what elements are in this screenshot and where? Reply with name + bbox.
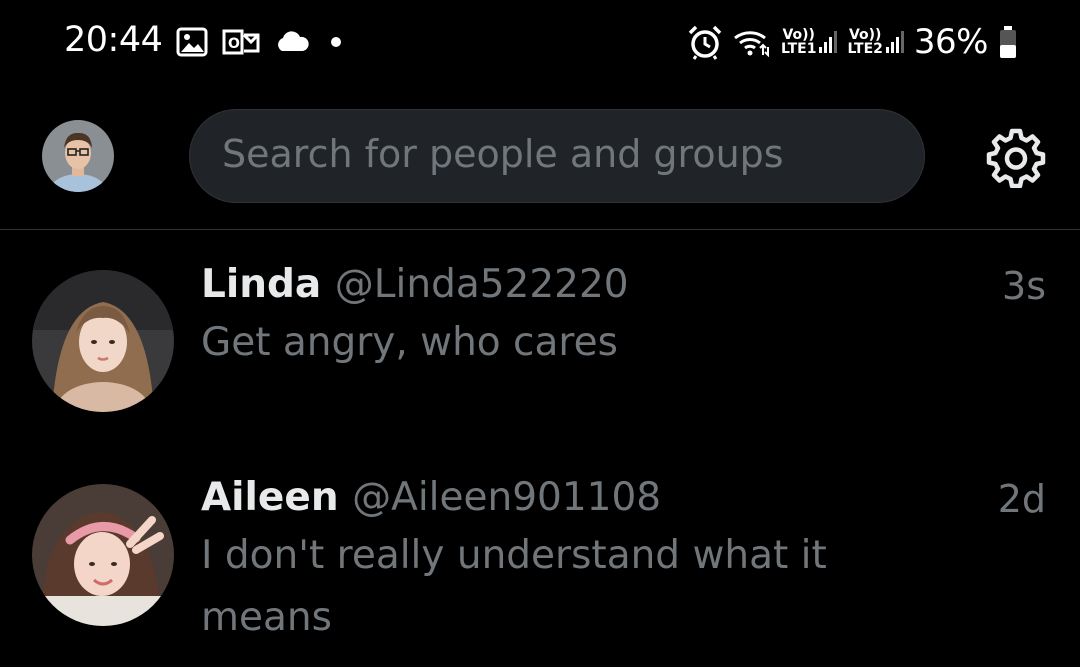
contact-avatar[interactable] xyxy=(32,270,174,412)
sim2-lte-label: LTE2 xyxy=(847,41,883,57)
conversation-row[interactable]: Linda @Linda522220 3s Get angry, who car… xyxy=(0,232,1080,442)
wifi-icon xyxy=(734,31,769,57)
svg-text:O: O xyxy=(228,36,240,52)
status-bar: 20:44 O Vo)) LTE1 Vo)) LTE2 36% xyxy=(0,0,1080,86)
contact-name-line: Linda @Linda522220 xyxy=(201,262,629,307)
battery-percent: 36% xyxy=(913,22,989,62)
message-preview: Get angry, who cares xyxy=(201,320,618,365)
battery-icon xyxy=(1000,26,1016,58)
contact-name: Linda xyxy=(201,262,322,307)
message-timestamp: 2d xyxy=(997,477,1046,521)
sim2-signal: Vo)) LTE2 xyxy=(847,27,904,57)
sim1-signal-icon xyxy=(819,31,838,53)
sim2-signal-icon xyxy=(885,31,904,53)
dot-icon xyxy=(331,37,341,47)
system-icons: Vo)) LTE1 Vo)) LTE2 36% xyxy=(687,20,1018,64)
outlook-icon: O xyxy=(222,29,260,55)
cloud-icon xyxy=(278,31,309,51)
my-profile-avatar[interactable] xyxy=(42,120,114,192)
settings-gear-icon[interactable] xyxy=(985,126,1047,189)
notification-icons: O xyxy=(176,26,342,58)
gallery-icon xyxy=(176,27,208,57)
sim1-volte-label: Vo)) xyxy=(782,27,815,43)
alarm-icon xyxy=(688,25,722,60)
contact-handle: @Linda522220 xyxy=(334,262,629,307)
search-placeholder: Search for people and groups xyxy=(222,132,784,176)
contact-name-line: Aileen @Aileen901108 xyxy=(201,475,661,520)
message-timestamp: 3s xyxy=(1002,264,1046,308)
sim1-lte-label: LTE1 xyxy=(780,41,817,57)
sim2-volte-label: Vo)) xyxy=(848,27,882,43)
search-bar[interactable]: Search for people and groups xyxy=(189,109,925,203)
message-preview: I don't really understand what it means xyxy=(201,533,827,640)
contact-handle: @Aileen901108 xyxy=(352,475,662,520)
header-divider xyxy=(0,229,1080,230)
conversation-row[interactable]: Aileen @Aileen901108 2d I don't really u… xyxy=(0,447,1080,667)
status-time: 20:44 xyxy=(64,20,163,60)
contact-avatar[interactable] xyxy=(32,484,174,626)
sim1-signal: Vo)) LTE1 xyxy=(780,27,838,57)
contact-name: Aileen xyxy=(201,475,339,520)
